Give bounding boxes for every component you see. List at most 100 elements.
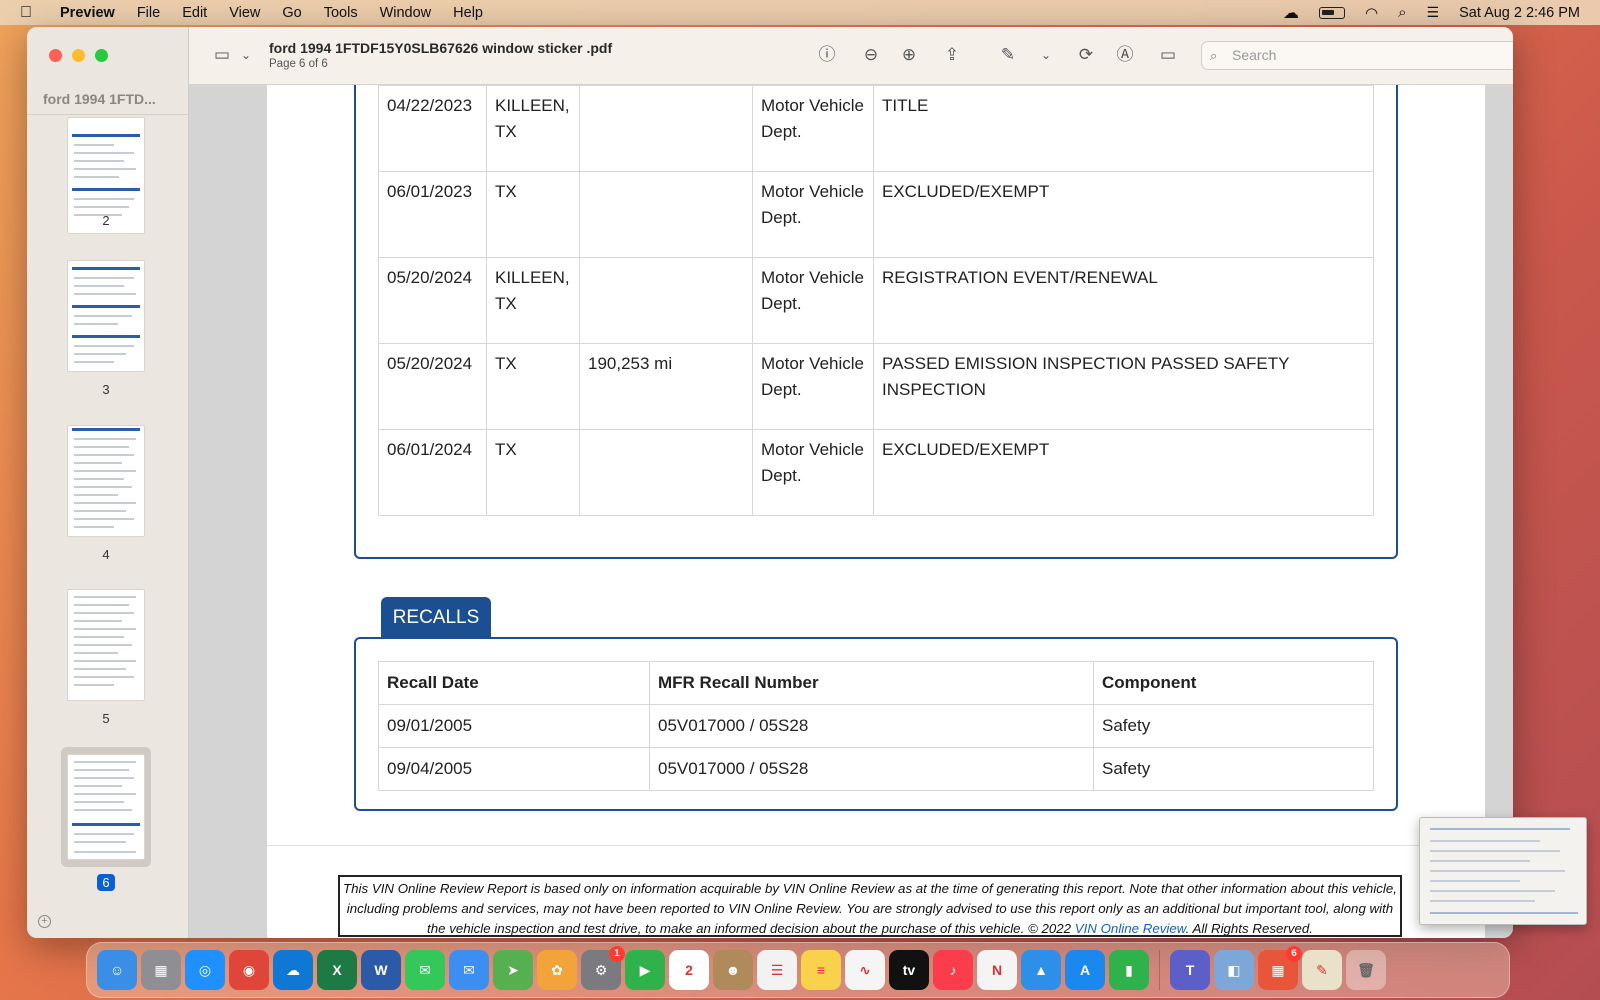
dock-app-numbers[interactable]: ▮ [1109,950,1149,990]
dock-app-messages[interactable]: ✉ [405,950,445,990]
dock-trash-icon[interactable]: 🗑 [1346,950,1386,990]
markup-chevron-down-icon[interactable]: ⌄ [1035,44,1057,66]
search-input[interactable]: ⌕ Search [1201,41,1513,70]
dock-app-textedit-icon: ✎ [1316,961,1328,978]
control-center-icon[interactable]: ☰ [1427,4,1440,21]
fullscreen-window-button[interactable] [95,49,108,62]
dock-app-finder[interactable]: ☺ [97,950,137,990]
menu-app-name[interactable]: Preview [60,5,115,21]
add-page-button[interactable]: + [38,915,51,928]
icloud-icon[interactable]: ☁ [1283,3,1299,23]
history-table: 04/22/2023 KILLEEN, TX Motor Vehicle Dept.… [378,85,1374,516]
history-source: Motor Vehicle Dept. [752,171,874,258]
dock-app-finder-icon: ☺ [109,962,125,978]
menu-tools[interactable]: Tools [324,5,358,21]
page-thumbnail-4[interactable] [67,425,145,537]
dock-app-app-store-icon: A [1079,962,1091,978]
apple-menu-icon[interactable]:  [20,4,40,22]
sidebar-toggle-icon[interactable]: ▭ [211,44,233,66]
dock-separator [1159,950,1160,990]
spotlight-search-icon[interactable]: ⌕ [1398,4,1406,21]
dock-app-app-store[interactable]: A [1065,950,1105,990]
dock-app-contacts-icon: ☻ [725,962,741,978]
dock-app-onedrive[interactable]: ☁ [273,950,313,990]
minimize-window-button[interactable] [72,49,85,62]
rotate-icon[interactable]: ⟳ [1075,44,1097,66]
dock-app-reminders[interactable]: ☰ [757,950,797,990]
info-icon[interactable]: ⓘ [816,44,838,66]
dock-app-facetime[interactable]: ▶ [625,950,665,990]
history-date: 05/20/2024 [378,343,487,430]
dock-app-freeform-icon: ∿ [859,961,871,978]
zoom-out-icon[interactable]: ⊖ [860,44,882,66]
wifi-icon[interactable]: ◠ [1365,4,1378,22]
dock-app-textedit[interactable]: ✎ [1302,950,1342,990]
page-thumbnail-6[interactable] [67,754,145,860]
search-placeholder: Search [1232,47,1277,63]
dock-app-photos[interactable]: ✿ [537,950,577,990]
menubar-clock[interactable]: Sat Aug 2 2:46 PM [1459,5,1580,21]
markup-pen-icon[interactable]: ✎ [997,44,1019,66]
dock-app-word[interactable]: W [361,950,401,990]
dock-app-notes[interactable]: ≡ [801,950,841,990]
document-canvas[interactable]: 04/22/2023 KILLEEN, TX Motor Vehicle Dept.… [189,85,1513,938]
notification-badge: 6 [1286,946,1302,962]
dock-app-mail[interactable]: ✉ [449,950,489,990]
menu-go[interactable]: Go [282,5,301,21]
dock-app-preview[interactable]: ◧ [1214,950,1254,990]
page-thumbnail-label-2: 2 [102,213,110,228]
table-row: 04/22/2023 KILLEEN, TX Motor Vehicle Dept.… [378,85,1374,172]
screenshot-preview-thumbnail[interactable] [1419,817,1587,925]
page-thumbnail-3[interactable] [67,260,145,372]
menu-view[interactable]: View [229,5,260,21]
history-location: KILLEEN, TX [486,257,580,344]
recall-date: 09/01/2005 [378,704,650,748]
history-location: TX [486,343,580,430]
history-details: TITLE [873,85,1374,172]
page-separator [267,845,1485,846]
battery-icon[interactable] [1319,6,1346,19]
dock-app-news[interactable]: N [977,950,1017,990]
dock-app-keynote[interactable]: ▲ [1021,950,1061,990]
dock-app-excel-icon: X [332,962,342,978]
dock-app-system-settings[interactable]: ⚙ 1 [581,946,625,990]
dock-app-freeform[interactable]: ∿ [845,950,885,990]
close-window-button[interactable] [49,49,62,62]
dock-app-chrome[interactable]: ◉ [229,950,269,990]
share-icon[interactable]: ⇪ [941,44,963,66]
dock-app-calendar[interactable]: 2 [669,950,709,990]
recalls-header-date: Recall Date [378,661,650,705]
recall-number: 05V017000 / 05S28 [649,704,1094,748]
table-row: 09/01/2005 05V017000 / 05S28 Safety [378,704,1374,748]
menu-help[interactable]: Help [453,5,483,21]
history-source: Motor Vehicle Dept. [752,257,874,344]
dock-app-launchpad[interactable]: ▦ [141,950,181,990]
dock-app-teams[interactable]: T [1170,950,1210,990]
dock-app-music[interactable]: ♪ [933,950,973,990]
dock-app-chrome-icon: ◉ [242,961,256,978]
history-odometer [579,171,753,258]
dock-app-maps[interactable]: ➤ [493,950,533,990]
dock-app-office[interactable]: ▦ 6 [1258,946,1302,990]
zoom-in-icon[interactable]: ⊕ [898,44,920,66]
table-row: 06/01/2024 TX Motor Vehicle Dept. EXCLUDED/… [378,429,1374,516]
table-row: 05/20/2024 TX 190,253 mi Motor Vehicle Dept… [378,343,1374,430]
vin-online-review-link[interactable]: VIN Online Review [1075,921,1186,935]
recall-number: 05V017000 / 05S28 [649,747,1094,791]
dock-app-teams-icon: T [1185,962,1195,978]
menu-edit[interactable]: Edit [182,5,207,21]
menu-window[interactable]: Window [380,5,432,21]
dock-app-apple-tv[interactable]: tv [889,950,929,990]
page-thumbnail-5[interactable] [67,589,145,701]
chevron-down-icon[interactable]: ⌄ [235,44,257,66]
history-source: Motor Vehicle Dept. [752,343,874,430]
dock-app-safari[interactable]: ◎ [185,950,225,990]
form-fill-icon[interactable]: ▭ [1157,44,1179,66]
dock-app-contacts[interactable]: ☻ [713,950,753,990]
annotate-icon[interactable]: Ⓐ [1114,44,1136,66]
menu-file[interactable]: File [137,5,160,21]
history-section: 04/22/2023 KILLEEN, TX Motor Vehicle Dept.… [354,85,1398,559]
history-location: KILLEEN, TX [486,85,580,172]
history-source: Motor Vehicle Dept. [752,429,874,516]
dock-app-excel[interactable]: X [317,950,357,990]
